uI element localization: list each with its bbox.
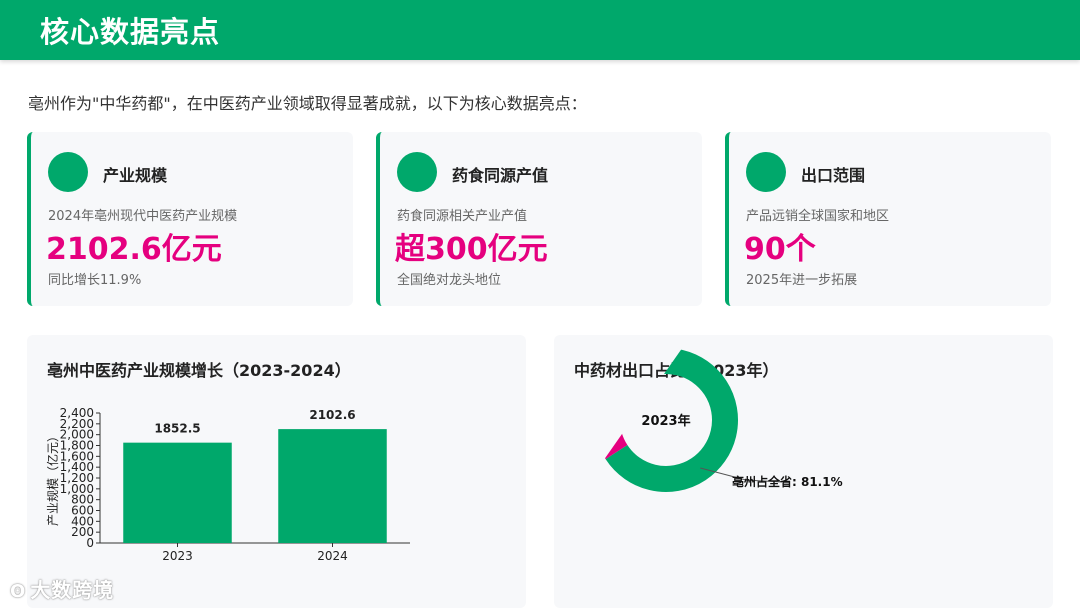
page-header: 核心数据亮点 [0,0,1080,60]
y-axis-label: 产业规模（亿元） [45,430,60,526]
page-title: 核心数据亮点 [40,15,221,49]
bar-chart-panel: 亳州中医药产业规模增长（2023-2024） 0 200 400 600 800 1,00… [27,335,526,608]
donut-center-label: 2023年 [641,413,690,429]
card-desc: 产品远销全球国家和地区 [746,209,890,224]
card-desc: 2024年亳州现代中医药产业规模 [48,209,238,224]
y-tick-label: 2,400 [60,406,94,420]
donut-chart: 2023年亳州占全省: 81.1% [594,348,843,492]
card-food-medicine: 药食同源产值 药食同源相关产业产值 超300亿元 全国绝对龙头地位 [376,132,702,306]
card-note: 同比增长11.9% [48,273,142,288]
card-title: 药食同源产值 [452,166,549,185]
logo-icon: ʘ [10,581,27,602]
circle-icon [48,152,88,192]
bar-2023 [123,442,232,543]
circle-icon [397,152,437,192]
watermark: ʘ 大数跨境 [10,574,114,603]
card-title: 出口范围 [801,166,866,185]
card-desc: 药食同源相关产业产值 [397,209,528,224]
circle-icon [746,152,786,192]
bar-2024 [278,429,387,543]
card-export-scope: 出口范围 产品远销全球国家和地区 90个 2025年进一步拓展 [725,132,1051,306]
card-industry-scale: 产业规模 2024年亳州现代中医药产业规模 2102.6亿元 同比增长11.9% [27,132,353,306]
card-value: 2102.6亿元 [46,232,222,267]
card-value: 90个 [744,232,816,267]
card-value: 超300亿元 [395,232,548,267]
slice-label: 亳州占全省: 81.1% [732,474,843,489]
bar-value-label: 2102.6 [309,408,355,422]
bar-chart: 02004006008001,0001,2001,4001,6001,8002,… [45,406,410,563]
intro-text: 亳州作为"中华药都"，在中医药产业领域取得显著成就，以下为核心数据亮点： [28,94,587,113]
watermark-text: 大数跨境 [30,578,115,602]
bar-value-label: 1852.5 [154,422,200,436]
card-note: 2025年进一步拓展 [746,273,858,288]
x-tick-label: 2023 [162,549,193,563]
card-note: 全国绝对龙头地位 [397,273,502,288]
card-title: 产业规模 [103,166,168,185]
pie-chart-panel: 中药材出口占比（2023年） 2023年 亳州占全省: 81.1% [554,335,1053,608]
x-tick-label: 2024 [317,549,348,563]
